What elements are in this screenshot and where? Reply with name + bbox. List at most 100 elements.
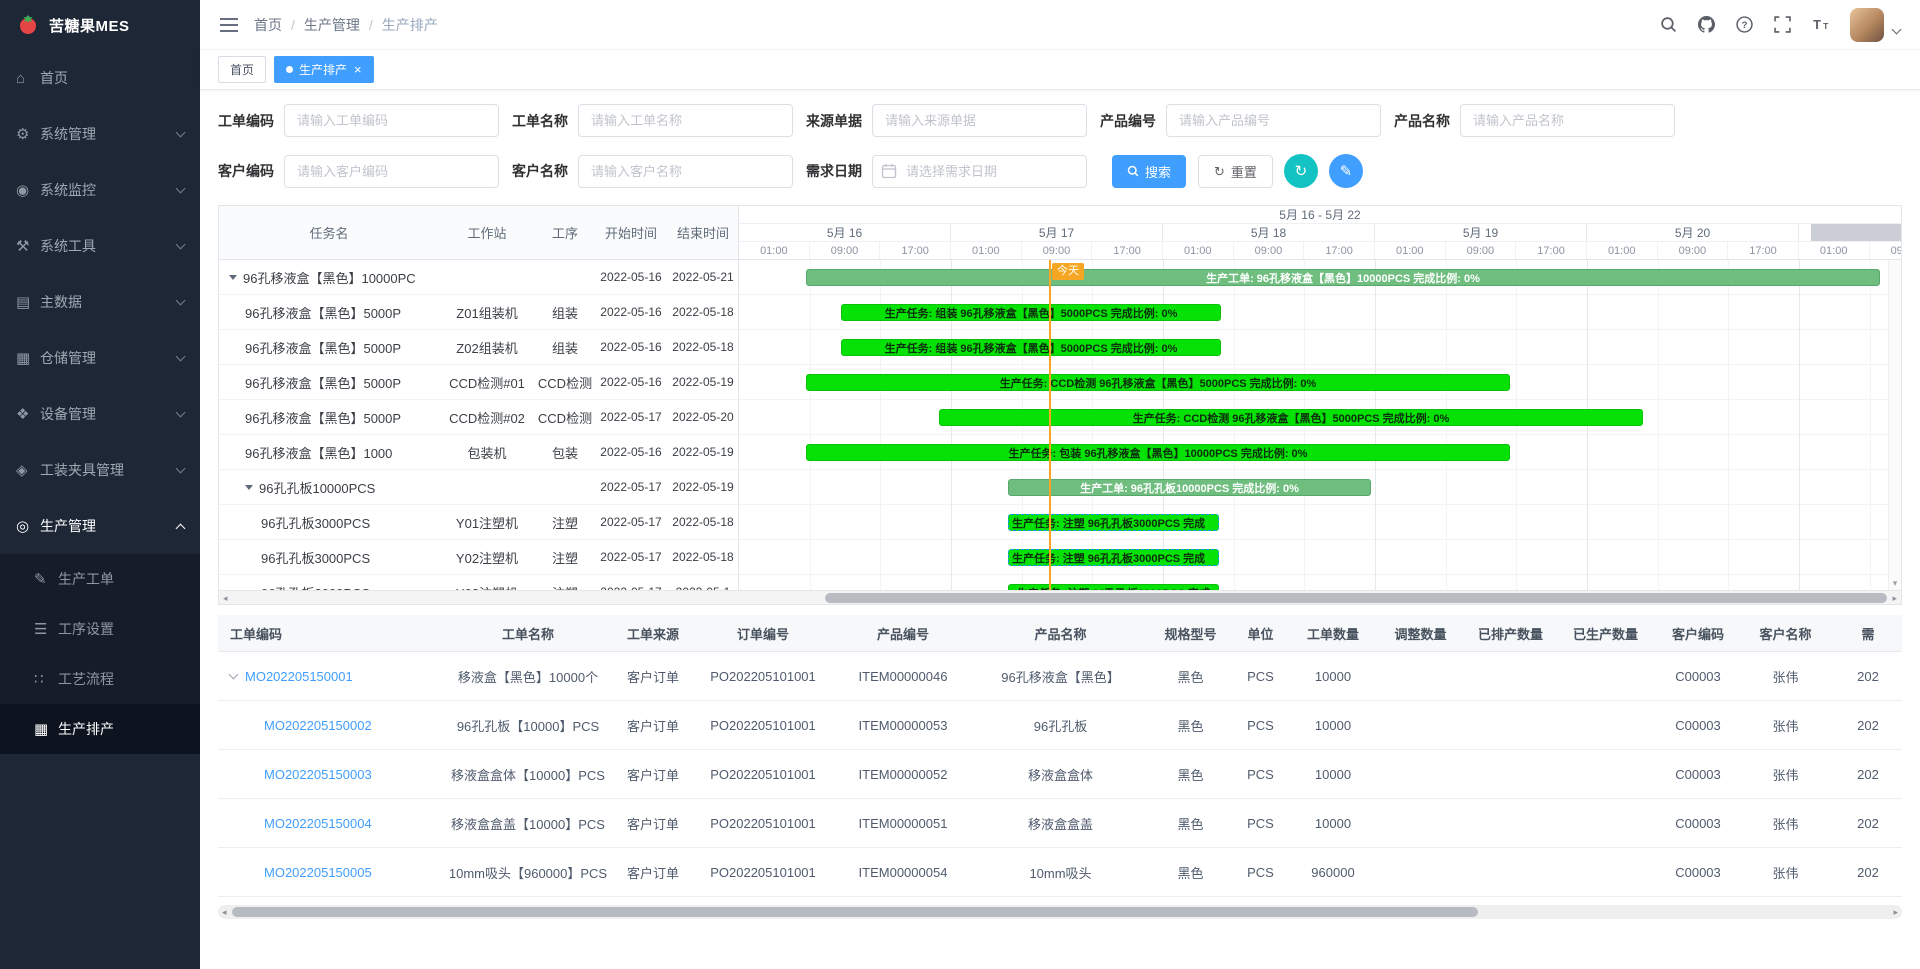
- work-order-code-input[interactable]: [284, 104, 499, 137]
- gantt-column-header: 结束时间: [667, 223, 739, 242]
- sidebar-item-home[interactable]: ⌂首页: [0, 50, 200, 106]
- breadcrumb-item[interactable]: 生产管理: [304, 15, 360, 35]
- gantt-bar[interactable]: 生产任务: 注塑 96孔孔板3000PCS 完成: [1008, 549, 1219, 566]
- customer-name-input[interactable]: [578, 155, 793, 188]
- orders-column-header: 规格型号: [1148, 624, 1233, 643]
- sidebar-item-process-settings[interactable]: ☰工序设置: [0, 604, 200, 654]
- gantt-task-row[interactable]: 96孔移液盒【黑色】5000PCCD检测#02CCD检测2022-05-1720…: [219, 400, 738, 435]
- edit-circle-button[interactable]: ✎: [1329, 154, 1363, 188]
- source-doc-input[interactable]: [872, 104, 1087, 137]
- order-code-link[interactable]: MO202205150003: [264, 767, 372, 782]
- search-icon[interactable]: [1660, 16, 1677, 33]
- sidebar-item-warehouse-mgmt[interactable]: ▦仓储管理: [0, 330, 200, 386]
- tab-home[interactable]: 首页: [218, 56, 266, 83]
- app-logo[interactable]: 苦糖果MES: [0, 0, 200, 50]
- customer-code-input[interactable]: [284, 155, 499, 188]
- menu-fold-icon[interactable]: [220, 18, 238, 32]
- gantt-task-row[interactable]: 96孔孔板3000PCSY03注塑机注塑2022-05-172022-05-1: [219, 575, 738, 590]
- scroll-down-icon[interactable]: ▾: [1893, 577, 1898, 590]
- sidebar-item-work-order[interactable]: ✎生产工单: [0, 554, 200, 604]
- font-size-icon[interactable]: TT: [1812, 16, 1829, 33]
- gantt-task-row[interactable]: 96孔移液盒【黑色】5000PZ02组装机组装2022-05-162022-05…: [219, 330, 738, 365]
- task-end-time: 2022-05-19: [667, 445, 738, 459]
- task-name: 96孔孔板3000PCS: [261, 548, 370, 567]
- order-code-link[interactable]: MO202205150005: [264, 865, 372, 880]
- reset-button[interactable]: ↻ 重置: [1198, 155, 1273, 188]
- gantt-task-row[interactable]: 96孔移液盒【黑色】10000PC2022-05-162022-05-21: [219, 260, 738, 295]
- order-code-link[interactable]: MO202205150002: [264, 718, 372, 733]
- today-marker-label: 今天: [1052, 263, 1084, 280]
- sidebar-item-system-tools[interactable]: ⚒系统工具: [0, 218, 200, 274]
- gantt-task-row[interactable]: 96孔孔板3000PCSY02注塑机注塑2022-05-172022-05-18: [219, 540, 738, 575]
- task-station: 包装机: [439, 443, 535, 462]
- demand-date-input[interactable]: [872, 155, 1087, 188]
- gantt-horizontal-scrollbar[interactable]: ◂ ▸: [219, 590, 1901, 604]
- orders-column-header: 产品名称: [973, 624, 1148, 643]
- product-code-input[interactable]: [1166, 104, 1381, 137]
- order-code-link[interactable]: MO202205150004: [264, 816, 372, 831]
- tab-production-scheduling[interactable]: 生产排产×: [274, 56, 374, 83]
- user-avatar[interactable]: [1850, 8, 1884, 42]
- gantt-bar[interactable]: 生产工单: 96孔孔板10000PCS 完成比例: 0%: [1008, 479, 1371, 496]
- gantt-bar[interactable]: 生产任务: CCD检测 96孔移液盒【黑色】5000PCS 完成比例: 0%: [806, 374, 1510, 391]
- order-cell-unit: PCS: [1233, 718, 1288, 733]
- product-name-input[interactable]: [1460, 104, 1675, 137]
- fullscreen-icon[interactable]: [1774, 16, 1791, 33]
- gantt-vertical-scrollbar[interactable]: ▾: [1888, 260, 1901, 590]
- close-icon[interactable]: ×: [354, 63, 362, 76]
- order-cell-item_no: ITEM00000054: [833, 865, 973, 880]
- strawberry-logo-icon: [16, 13, 40, 37]
- caret-down-icon[interactable]: [229, 670, 239, 680]
- task-end-time: 2022-05-18: [667, 550, 738, 564]
- gantt-bar[interactable]: 生产任务: CCD检测 96孔移液盒【黑色】5000PCS 完成比例: 0%: [939, 409, 1643, 426]
- gantt-task-row[interactable]: 96孔移液盒【黑色】5000PCCD检测#01CCD检测2022-05-1620…: [219, 365, 738, 400]
- gantt-bar[interactable]: 生产任务: 组装 96孔移液盒【黑色】5000PCS 完成比例: 0%: [841, 339, 1221, 356]
- breadcrumb-item[interactable]: 首页: [254, 15, 282, 35]
- order-code-link[interactable]: MO202205150001: [245, 669, 353, 684]
- gantt-task-row[interactable]: 96孔移液盒【黑色】1000包装机包装2022-05-162022-05-19: [219, 435, 738, 470]
- gantt-task-row[interactable]: 96孔孔板10000PCS2022-05-172022-05-19: [219, 470, 738, 505]
- gantt-bar[interactable]: 生产任务: 包装 96孔移液盒【黑色】10000PCS 完成比例: 0%: [806, 444, 1510, 461]
- search-icon: [1127, 165, 1139, 177]
- gantt-bar[interactable]: 生产任务: 注塑 96孔孔板3000PCS 完成: [1008, 584, 1219, 590]
- orders-column-header: 工单数量: [1288, 624, 1378, 643]
- gantt-bar[interactable]: 生产任务: 注塑 96孔孔板3000PCS 完成: [1008, 514, 1219, 531]
- sidebar-item-master-data[interactable]: ▤主数据: [0, 274, 200, 330]
- task-station: Z01组装机: [439, 303, 535, 322]
- task-end-time: 2022-05-18: [667, 305, 738, 319]
- orders-horizontal-scrollbar[interactable]: ◂ ▸: [218, 905, 1902, 919]
- user-menu-caret-icon[interactable]: [1892, 25, 1902, 35]
- tab-label: 首页: [230, 61, 254, 78]
- sidebar-item-fixture-mgmt[interactable]: ◈工装夹具管理: [0, 442, 200, 498]
- scroll-right-icon[interactable]: ▸: [1892, 591, 1897, 605]
- gantt-hour-label: 01:00: [739, 242, 810, 259]
- search-button[interactable]: 搜索: [1112, 155, 1186, 188]
- gantt-bar[interactable]: 生产工单: 96孔移液盒【黑色】10000PCS 完成比例: 0%: [806, 269, 1880, 286]
- sidebar-item-system-mgmt[interactable]: ⚙系统管理: [0, 106, 200, 162]
- order-cell-code: MO202205150005: [218, 865, 443, 880]
- scroll-left-icon[interactable]: ◂: [222, 905, 227, 919]
- orders-scrollbar-thumb[interactable]: [232, 907, 1478, 917]
- work-order-name-input[interactable]: [578, 104, 793, 137]
- order-cell-demand_date: 202: [1828, 718, 1902, 733]
- refresh-circle-button[interactable]: ↻: [1284, 154, 1318, 188]
- github-icon[interactable]: [1698, 16, 1715, 33]
- scroll-right-icon[interactable]: ▸: [1893, 905, 1898, 919]
- caret-down-icon[interactable]: [229, 275, 237, 280]
- caret-down-icon[interactable]: [245, 485, 253, 490]
- gantt-task-row[interactable]: 96孔移液盒【黑色】5000PZ01组装机组装2022-05-162022-05…: [219, 295, 738, 330]
- gantt-scrollbar-thumb[interactable]: [825, 593, 1887, 603]
- sidebar-item-production-mgmt[interactable]: ◎生产管理: [0, 498, 200, 554]
- scroll-left-icon[interactable]: ◂: [223, 591, 228, 605]
- gantt-task-row[interactable]: 96孔孔板3000PCSY01注塑机注塑2022-05-172022-05-18: [219, 505, 738, 540]
- sidebar-item-process-flow[interactable]: ∷工艺流程: [0, 654, 200, 704]
- sidebar-item-system-monitor[interactable]: ◉系统监控: [0, 162, 200, 218]
- sidebar-item-label: 设备管理: [40, 404, 177, 424]
- order-cell-customer_code: C00003: [1653, 865, 1743, 880]
- orders-column-header: 客户编码: [1653, 624, 1743, 643]
- gantt-bar[interactable]: 生产任务: 组装 96孔移液盒【黑色】5000PCS 完成比例: 0%: [841, 304, 1221, 321]
- warehouse-icon: ▦: [16, 349, 40, 367]
- sidebar-item-equipment-mgmt[interactable]: ❖设备管理: [0, 386, 200, 442]
- help-icon[interactable]: ?: [1736, 16, 1753, 33]
- sidebar-item-scheduling[interactable]: ▦生产排产: [0, 704, 200, 754]
